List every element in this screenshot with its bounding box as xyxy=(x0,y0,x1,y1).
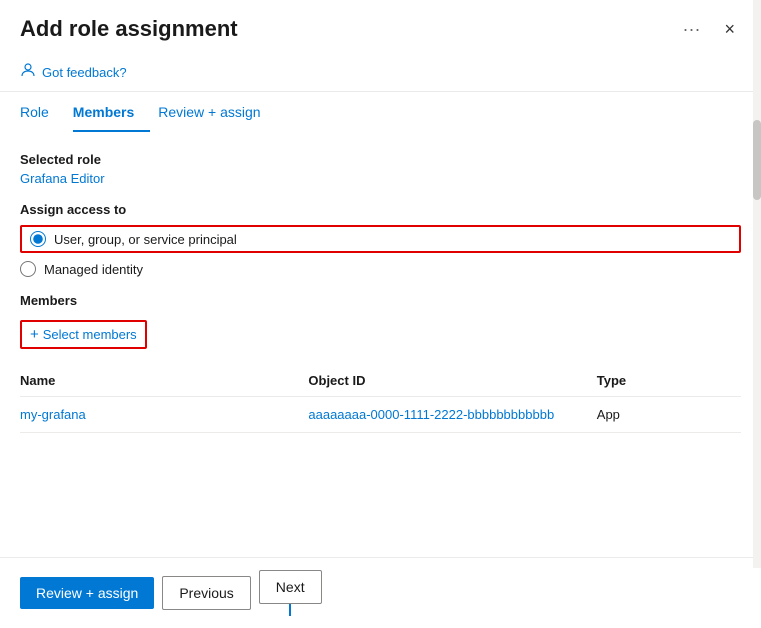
col-header-name: Name xyxy=(20,365,308,397)
tab-review-assign[interactable]: Review + assign xyxy=(158,92,276,132)
table-row: my-grafana aaaaaaaa-0000-1111-2222-bbbbb… xyxy=(20,397,741,433)
dialog-footer: Review + assign Previous Next xyxy=(0,557,761,628)
dialog-header: Add role assignment ··· × xyxy=(0,0,761,54)
close-button[interactable]: × xyxy=(718,17,741,42)
review-assign-button[interactable]: Review + assign xyxy=(20,577,154,609)
radio-mi[interactable] xyxy=(20,261,36,277)
cell-type: App xyxy=(597,397,741,433)
members-section: Members + Select members Name Object ID … xyxy=(20,293,741,433)
cell-objectid: aaaaaaaa-0000-1111-2222-bbbbbbbbbbbb xyxy=(308,397,596,433)
table-header-row: Name Object ID Type xyxy=(20,365,741,397)
members-label: Members xyxy=(20,293,741,308)
tab-bar: Role Members Review + assign xyxy=(20,92,741,132)
col-header-objectid: Object ID xyxy=(308,365,596,397)
feedback-icon xyxy=(20,62,36,83)
selected-role-section: Selected role Grafana Editor xyxy=(20,152,741,186)
radio-option-ugsp[interactable]: User, group, or service principal xyxy=(20,225,741,253)
assign-access-label: Assign access to xyxy=(20,202,741,217)
tab-members[interactable]: Members xyxy=(73,92,150,132)
close-icon: × xyxy=(724,19,735,39)
ellipsis-button[interactable]: ··· xyxy=(677,17,707,42)
radio-ugsp[interactable] xyxy=(30,231,46,247)
radio-ugsp-label: User, group, or service principal xyxy=(54,232,237,247)
scrollbar-thumb xyxy=(753,120,761,200)
selected-role-label: Selected role xyxy=(20,152,741,167)
select-members-button[interactable]: + Select members xyxy=(20,320,147,349)
tab-role[interactable]: Role xyxy=(20,92,65,132)
feedback-bar: Got feedback? xyxy=(0,54,761,92)
header-icons: ··· × xyxy=(677,17,742,42)
access-type-radio-group: User, group, or service principal Manage… xyxy=(20,225,741,277)
selected-role-value: Grafana Editor xyxy=(20,171,741,186)
next-active-indicator xyxy=(289,604,291,616)
next-button[interactable]: Next xyxy=(259,570,322,604)
dialog-title: Add role assignment xyxy=(20,16,238,42)
cell-name: my-grafana xyxy=(20,397,308,433)
plus-icon: + xyxy=(30,326,39,343)
assign-access-section: Assign access to User, group, or service… xyxy=(20,202,741,277)
dialog-content: Role Members Review + assign Selected ro… xyxy=(0,92,761,557)
members-table: Name Object ID Type my-grafana aaaaaaaa-… xyxy=(20,365,741,433)
col-header-type: Type xyxy=(597,365,741,397)
radio-option-mi[interactable]: Managed identity xyxy=(20,261,741,277)
radio-mi-label: Managed identity xyxy=(44,262,143,277)
add-role-assignment-dialog: Add role assignment ··· × Got feedback? … xyxy=(0,0,761,628)
previous-button[interactable]: Previous xyxy=(162,576,250,610)
feedback-link[interactable]: Got feedback? xyxy=(42,65,127,80)
scrollbar-track[interactable] xyxy=(753,0,761,568)
select-members-label: Select members xyxy=(43,327,137,342)
ellipsis-icon: ··· xyxy=(683,19,701,39)
